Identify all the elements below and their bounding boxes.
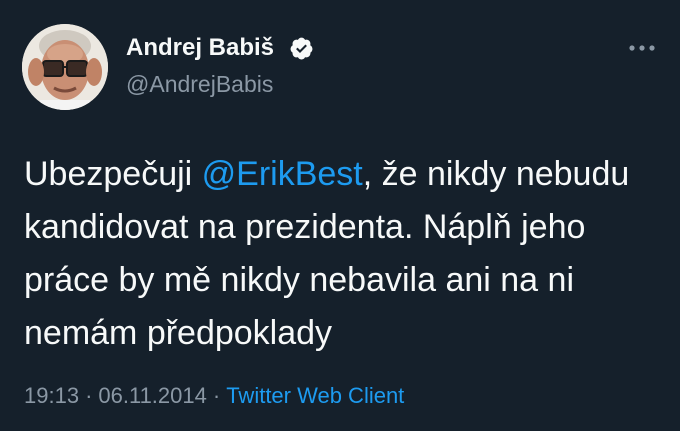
display-name[interactable]: Andrej Babiš <box>126 33 274 63</box>
tweet-line: nemám předpoklady <box>24 314 333 352</box>
profile-photo-icon <box>22 24 108 110</box>
tweet-metadata: 19:13 · 06.11.2014 · Twitter Web Client <box>24 381 404 411</box>
tweet-time[interactable]: 19:13 <box>24 383 79 408</box>
verified-badge-icon <box>290 37 313 60</box>
tweet-text-segment: Ubezpečuji <box>24 155 202 193</box>
mention-link[interactable]: @ErikBest <box>202 155 363 193</box>
tweet-line: práce by mě nikdy nebavila ani na ni <box>24 261 574 299</box>
source-client-link[interactable]: Twitter Web Client <box>226 383 404 408</box>
tweet-line: kandidovat na prezidenta. Náplň jeho <box>24 208 586 246</box>
tweet-text-segment: , že nikdy nebudu <box>362 155 630 193</box>
avatar[interactable] <box>22 24 108 110</box>
tweet-text: Ubezpečuji @ErikBest, že nikdy nebudu ka… <box>24 148 664 360</box>
more-horizontal-icon[interactable] <box>624 36 660 60</box>
tweet-card: Andrej Babiš @AndrejBabis Ubezpečuji @Er… <box>0 0 680 431</box>
tweet-line: Ubezpečuji @ErikBest, že nikdy nebudu <box>24 148 664 201</box>
tweet-date[interactable]: 06.11.2014 <box>98 383 206 408</box>
user-handle[interactable]: @AndrejBabis <box>126 69 273 99</box>
separator: · <box>85 383 93 408</box>
separator: · <box>212 383 221 408</box>
